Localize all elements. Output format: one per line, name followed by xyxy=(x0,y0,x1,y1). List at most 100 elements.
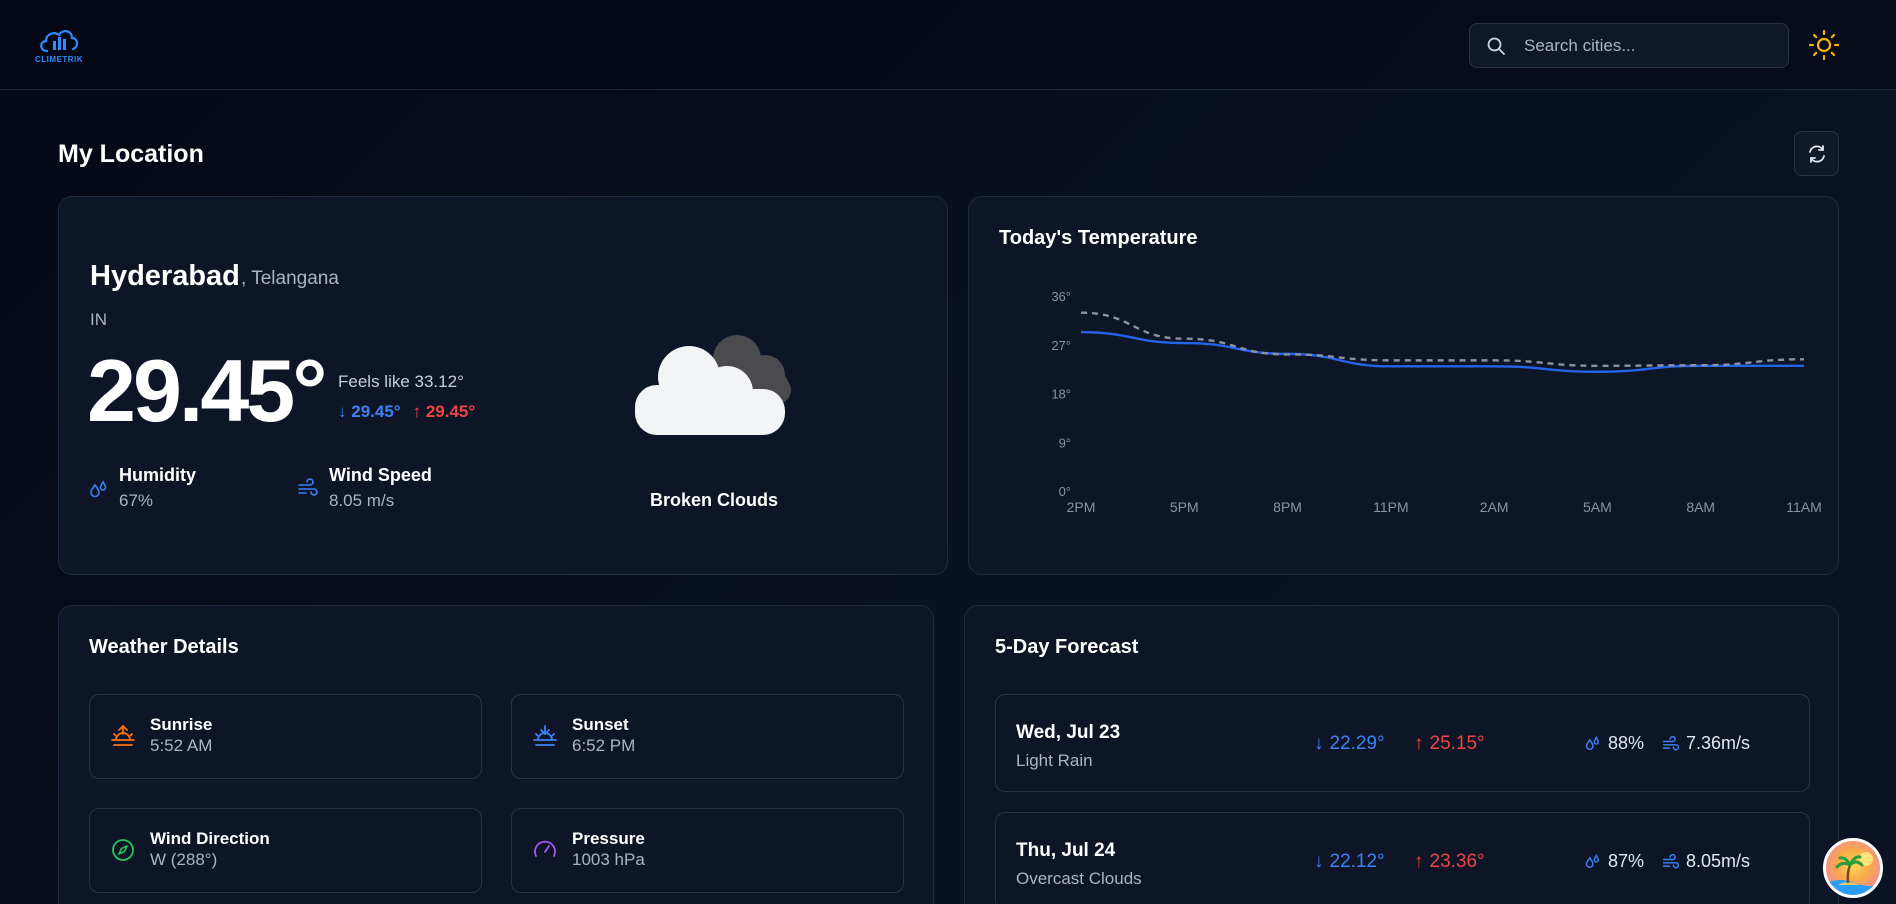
search-icon xyxy=(1487,37,1505,55)
forecast-min-value: 22.12° xyxy=(1329,851,1385,872)
max-temp-value: 29.45° xyxy=(425,402,476,421)
assistant-badge[interactable] xyxy=(1823,838,1883,898)
forecast-wind: 7.36m/s xyxy=(1662,733,1750,754)
pressure-tile: Pressure 1003 hPa xyxy=(511,808,904,893)
sunset-value: 6:52 PM xyxy=(572,736,636,755)
sunset-icon xyxy=(533,725,557,746)
wind-icon xyxy=(298,478,318,496)
current-weather-card: Hyderabad , Telangana IN 29.45° Feels li… xyxy=(58,196,948,575)
cloud-chart-icon xyxy=(40,30,79,53)
forecast-wind-value: 7.36m/s xyxy=(1686,733,1751,753)
y-tick-label: 27° xyxy=(1051,338,1071,353)
forecast-row: Wed, Jul 23 Light Rain ↓ 22.29° ↑ 25.15°… xyxy=(995,694,1810,792)
pressure-label: Pressure xyxy=(572,829,645,848)
pressure-value: 1003 hPa xyxy=(572,850,645,869)
current-temperature: 29.45° xyxy=(87,341,327,440)
x-tick-label: 5AM xyxy=(1583,499,1612,515)
forecast-humidity-value: 87% xyxy=(1608,851,1645,871)
wind-icon xyxy=(1662,853,1680,868)
refresh-button[interactable] xyxy=(1794,131,1839,176)
country-code: IN xyxy=(90,310,107,329)
feels-like: Feels like 33.12° xyxy=(338,372,464,391)
five-day-forecast-card: 5-Day Forecast Wed, Jul 23 Light Rain ↓ … xyxy=(964,605,1839,904)
wind-speed-value: 8.05 m/s xyxy=(329,491,395,510)
x-tick-label: 11AM xyxy=(1786,499,1822,515)
sunset-label: Sunset xyxy=(572,715,629,734)
y-tick-label: 36° xyxy=(1051,289,1071,304)
humidity-label: Humidity xyxy=(119,465,197,485)
arrow-up-icon: ↑ xyxy=(1414,851,1424,872)
forecast-wind: 8.05m/s xyxy=(1662,851,1750,872)
search-input[interactable] xyxy=(1524,33,1774,59)
y-tick-label: 0° xyxy=(1059,484,1071,499)
forecast-humidity: 87% xyxy=(1584,851,1644,872)
wind-direction-tile: Wind Direction W (288°) xyxy=(89,808,482,893)
island-icon xyxy=(1826,852,1880,895)
forecast-wind-value: 8.05m/s xyxy=(1686,851,1751,871)
droplets-icon xyxy=(1585,853,1600,868)
x-tick-label: 8AM xyxy=(1686,499,1715,515)
sunrise-icon xyxy=(111,725,135,746)
forecast-description: Overcast Clouds xyxy=(1016,869,1142,888)
x-tick-label: 2PM xyxy=(1067,499,1096,515)
search-box[interactable] xyxy=(1469,23,1789,68)
wind-icon xyxy=(1662,735,1680,750)
x-tick-label: 11PM xyxy=(1373,499,1409,515)
forecast-date: Wed, Jul 23 xyxy=(1016,722,1121,743)
forecast-date: Thu, Jul 24 xyxy=(1016,840,1116,861)
sun-icon[interactable] xyxy=(1808,29,1840,61)
feels-like-series-line xyxy=(1080,311,1805,367)
compass-icon xyxy=(112,839,134,861)
forecast-description: Light Rain xyxy=(1016,751,1093,770)
sunrise-tile: Sunrise 5:52 AM xyxy=(89,694,482,779)
weather-details-title: Weather Details xyxy=(89,636,239,658)
temperature-line-chart: 0° 9° 18° 27° 36° 2PM 5PM 8PM 11PM 2AM 5AM 8AM 11AM xyxy=(1051,289,1822,515)
arrow-down-icon: ↓ xyxy=(1314,851,1324,872)
sunrise-value: 5:52 AM xyxy=(150,736,213,755)
forecast-humidity: 88% xyxy=(1584,733,1644,754)
wind-speed-label: Wind Speed xyxy=(329,465,432,485)
arrow-up-icon: ↑ xyxy=(1414,733,1424,754)
weather-condition: Broken Clouds xyxy=(649,490,778,510)
max-temp: ↑ 29.45° xyxy=(413,402,476,422)
forecast-min: ↓ 22.12° xyxy=(1314,851,1385,873)
arrow-down-icon: ↓ xyxy=(1314,733,1324,754)
y-tick-label: 9° xyxy=(1059,435,1071,450)
min-temp-value: 29.45° xyxy=(351,402,401,421)
min-max-temp: ↓ 29.45° ↑ 29.45° xyxy=(338,402,475,422)
x-tick-label: 2AM xyxy=(1480,499,1509,515)
sunrise-label: Sunrise xyxy=(150,715,213,734)
climetrik-logo[interactable]: CLIMETRIK xyxy=(34,24,84,64)
x-tick-label: 8PM xyxy=(1273,499,1302,515)
region-name: , Telangana xyxy=(241,268,339,289)
refresh-icon xyxy=(1808,144,1825,163)
gauge-icon xyxy=(534,840,556,857)
wind-direction-value: W (288°) xyxy=(150,850,218,869)
top-header: CLIMETRIK xyxy=(0,0,1896,90)
min-temp: ↓ 29.45° xyxy=(338,402,401,422)
forecast-max: ↑ 23.36° xyxy=(1414,851,1485,873)
forecast-max-value: 25.15° xyxy=(1429,733,1485,754)
droplets-icon xyxy=(1585,735,1600,750)
page-title: My Location xyxy=(58,140,204,168)
forecast-max: ↑ 25.15° xyxy=(1414,733,1485,755)
forecast-min: ↓ 22.29° xyxy=(1314,733,1385,755)
todays-temperature-card: Today's Temperature 0° 9° 18° 27° 36° 2PM 5PM 8… xyxy=(968,196,1839,575)
forecast-min-value: 22.29° xyxy=(1329,733,1385,754)
wind-direction-label: Wind Direction xyxy=(150,829,270,848)
droplets-icon xyxy=(90,480,107,498)
forecast-row: Thu, Jul 24 Overcast Clouds ↓ 22.12° ↑ 2… xyxy=(995,812,1810,904)
y-tick-label: 18° xyxy=(1051,387,1071,402)
forecast-humidity-value: 88% xyxy=(1608,733,1645,753)
sunset-tile: Sunset 6:52 PM xyxy=(511,694,904,779)
forecast-title: 5-Day Forecast xyxy=(995,636,1139,658)
broken-clouds-icon xyxy=(635,335,791,435)
forecast-max-value: 23.36° xyxy=(1429,851,1485,872)
humidity-value: 67% xyxy=(119,491,154,510)
weather-details-card: Weather Details Sunrise 5:52 AM Sunset 6… xyxy=(58,605,934,904)
x-tick-label: 5PM xyxy=(1170,499,1199,515)
arrow-up-icon: ↑ xyxy=(412,402,422,421)
logo-text: CLIMETRIK xyxy=(34,55,84,64)
city-name: Hyderabad xyxy=(90,260,240,292)
arrow-down-icon: ↓ xyxy=(338,402,347,421)
